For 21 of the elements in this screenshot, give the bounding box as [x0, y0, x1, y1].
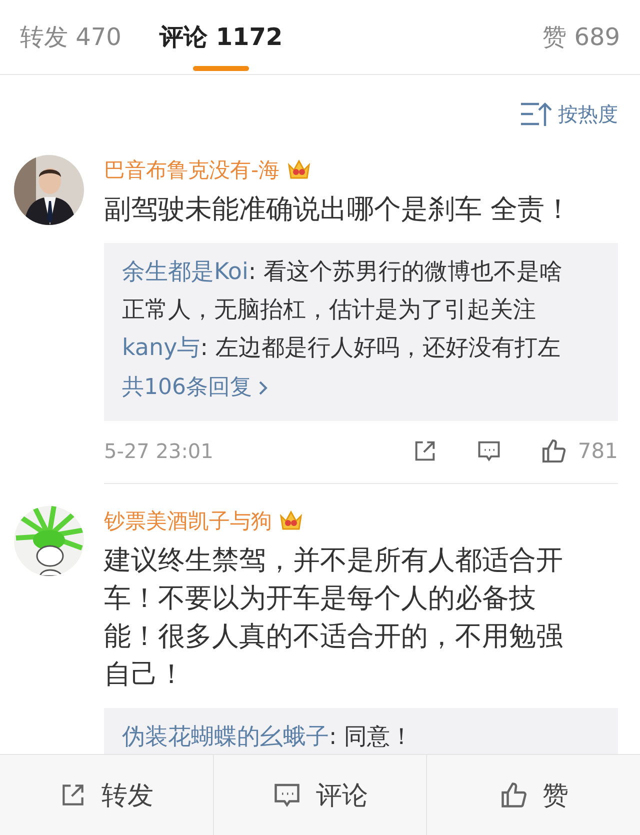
user-name[interactable]: 巴音布鲁克没有-海 [104, 156, 280, 184]
sort-button[interactable]: 按热度 [520, 100, 618, 128]
comment-text: 建议终生禁驾，并不是所有人都适合开车！不要以为开车是每个人的必备技能！很多人真的不适合开的，不用勉强自己！ [104, 544, 564, 692]
comment-text: 副驾驶未能准确说出哪个是刹车 全责！ [104, 193, 573, 227]
chevron-icon [258, 380, 268, 396]
repost-button[interactable]: 转发 [0, 755, 214, 835]
tab[interactable]: 评论 1172 [159, 0, 283, 74]
reply-text: 余生都是Koi: 看这个苏男行的微博也不是啥正常人，无脑抬杠，估计是为了引起关注 [122, 258, 564, 325]
reply-text: 伪装花蝴蝶的幺蛾子: 同意！ [122, 723, 414, 752]
thumbs-up-icon [540, 437, 568, 465]
timestamp: 5-27 23:01 [104, 439, 214, 463]
tab[interactable]: 转发 470 [20, 0, 122, 74]
user-name[interactable]: 钞票美酒凯子与狗 [104, 507, 272, 535]
comment-button[interactable]: 评论 [214, 755, 428, 835]
reply-text: kany与: 左边都是行人好吗，还好没有打左 [122, 334, 562, 363]
tab[interactable]: 赞 689 [542, 0, 620, 74]
like-button[interactable]: 781 [540, 437, 618, 465]
more-replies-link[interactable]: 共106条回复 [122, 369, 268, 407]
sort-icon [520, 101, 552, 127]
like-button[interactable]: 赞 [427, 755, 640, 835]
thumbs-up-icon [498, 780, 529, 810]
